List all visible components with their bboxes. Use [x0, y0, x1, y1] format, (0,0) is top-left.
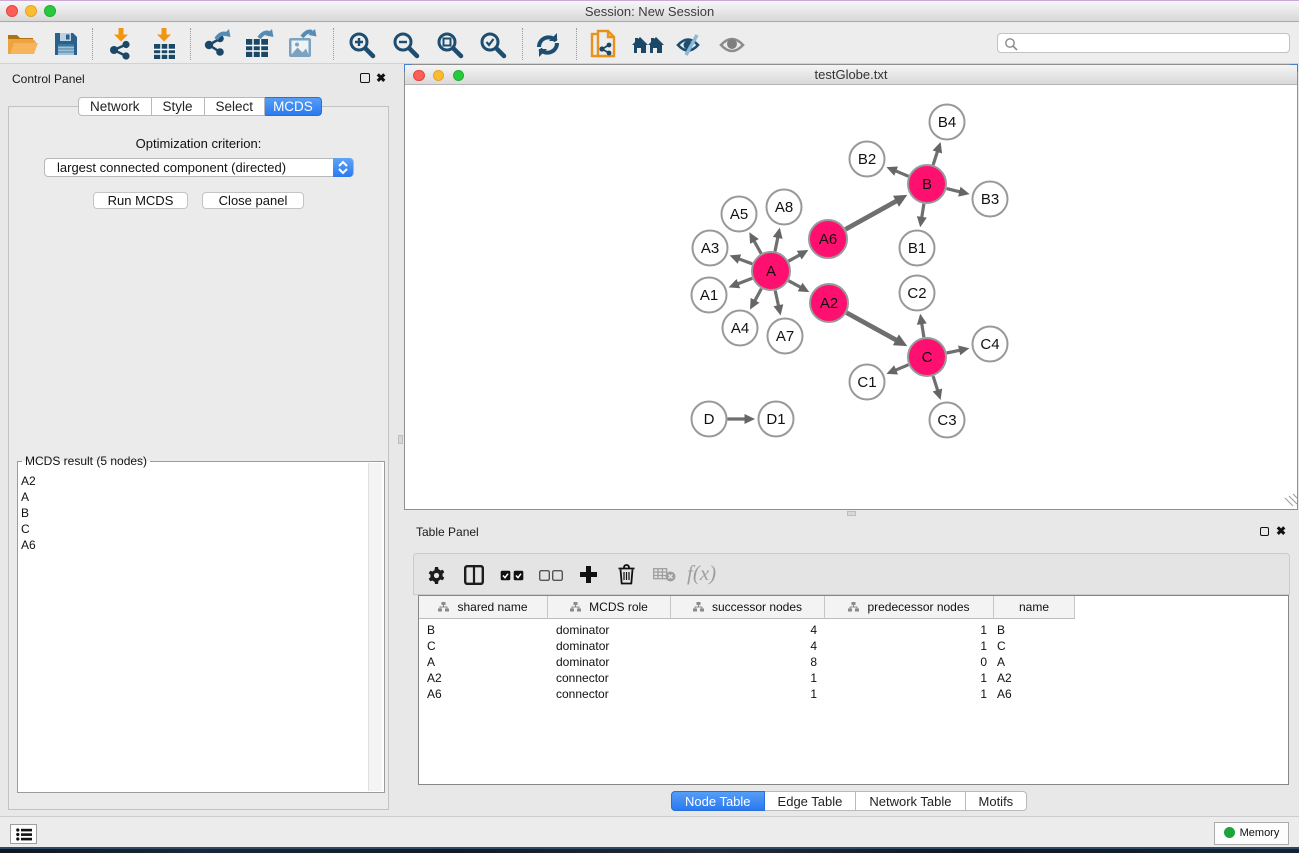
- svg-text:C1: C1: [857, 374, 876, 391]
- svg-text:A: A: [766, 263, 776, 280]
- svg-text:C: C: [922, 349, 933, 366]
- svg-text:D1: D1: [766, 411, 785, 428]
- svg-text:D: D: [704, 411, 715, 428]
- svg-text:B2: B2: [858, 151, 876, 168]
- svg-text:C2: C2: [907, 285, 926, 302]
- svg-text:A5: A5: [730, 206, 748, 223]
- svg-text:A6: A6: [819, 231, 837, 248]
- svg-text:B4: B4: [938, 114, 956, 131]
- svg-text:B1: B1: [908, 240, 926, 257]
- svg-text:A8: A8: [775, 199, 793, 216]
- svg-text:A1: A1: [700, 287, 718, 304]
- svg-text:A3: A3: [701, 240, 719, 257]
- svg-text:C3: C3: [937, 412, 956, 429]
- svg-text:C4: C4: [980, 336, 999, 353]
- svg-text:A2: A2: [820, 295, 838, 312]
- svg-text:B3: B3: [981, 191, 999, 208]
- svg-text:A4: A4: [731, 320, 749, 337]
- svg-text:A7: A7: [776, 328, 794, 345]
- svg-text:B: B: [922, 176, 932, 193]
